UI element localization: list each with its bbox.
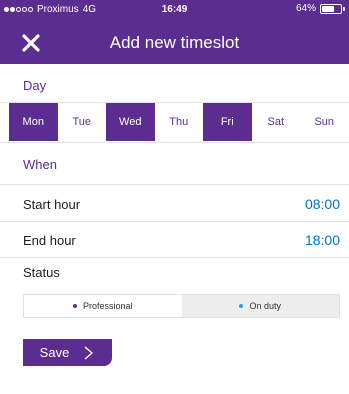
start-hour-label: Start hour [23,197,81,212]
status-option-professional[interactable]: Professional [24,295,182,317]
status-option-label: On duty [249,301,282,311]
day-sat[interactable]: Sat [252,103,301,141]
day-sun[interactable]: Sun [300,103,349,141]
day-fri[interactable]: Fri [203,103,252,141]
start-hour-value[interactable]: 08:00 [305,196,340,212]
divider [0,184,349,185]
status-option-label: Professional [82,301,133,311]
day-section-label: Day [23,78,47,93]
day-tue[interactable]: Tue [58,103,107,141]
when-section-label: When [23,157,57,172]
status-dot-icon [239,304,244,308]
status-bar-right: 64% [296,3,345,14]
divider [0,142,349,143]
day-selector: Mon Tue Wed Thu Fri Sat Sun [9,103,349,141]
day-wed[interactable]: Wed [106,103,155,141]
app-header: Proximus 4G 16:49 64% Add new timeslot [0,0,349,64]
save-button-label: Save [39,345,70,360]
status-dot-icon [72,304,77,308]
status-section-label: Status [23,265,60,280]
end-hour-label: End hour [23,233,76,248]
battery-percent: 64% [295,3,316,14]
status-bar: Proximus 4G 16:49 64% [0,0,349,20]
chevron-right-icon [84,345,94,360]
divider [0,221,349,222]
battery-tip [343,6,345,11]
status-toggle: Professional On duty [23,294,340,318]
end-hour-value[interactable]: 18:00 [305,232,340,248]
battery-icon [320,3,342,14]
page-title: Add new timeslot [109,33,240,52]
title-bar: Add new timeslot [0,24,349,64]
day-mon[interactable]: Mon [9,103,58,141]
save-button[interactable]: Save [23,339,112,366]
day-thu[interactable]: Thu [155,103,204,141]
divider [0,257,349,258]
status-option-on-duty[interactable]: On duty [181,295,339,317]
